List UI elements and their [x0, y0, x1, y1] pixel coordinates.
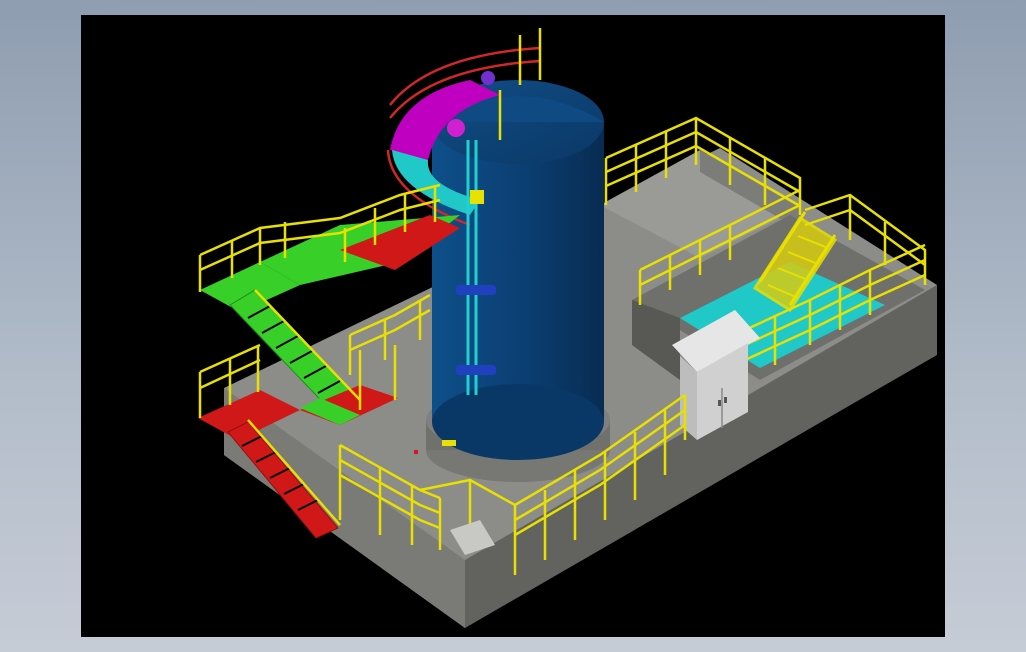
cad-application-window: [0, 0, 1026, 652]
model-viewport[interactable]: [81, 15, 945, 637]
storage-tank[interactable]: [432, 80, 604, 460]
